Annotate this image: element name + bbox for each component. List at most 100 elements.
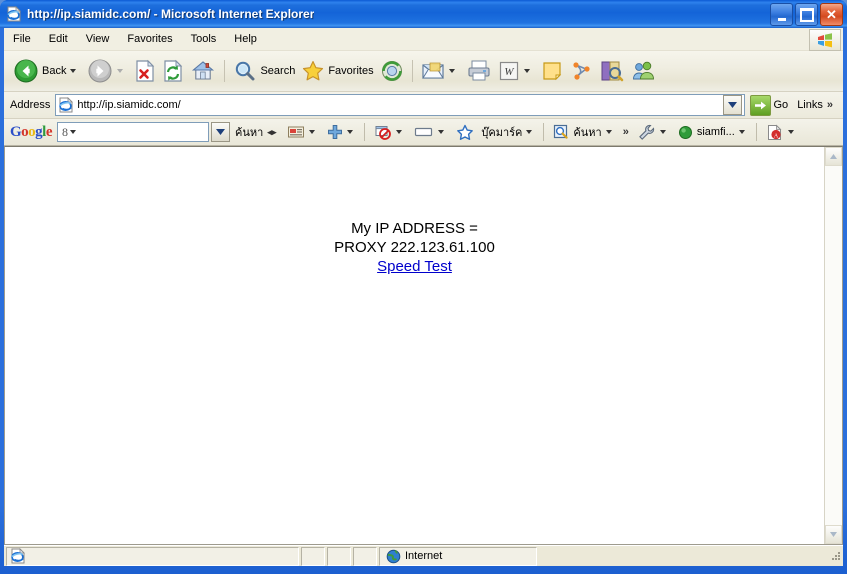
account-status-icon [678,125,692,139]
web-page[interactable]: My IP ADDRESS = PROXY 222.123.61.100 Spe… [5,147,824,544]
note-button[interactable] [538,54,566,88]
popup-blocker-dropdown-icon[interactable] [396,130,403,134]
minimize-button[interactable] [770,3,793,26]
ip-value: PROXY 222.123.61.100 [334,239,495,256]
title-bar: http://ip.siamidc.com/ - Microsoft Inter… [0,0,847,28]
resize-grip[interactable] [829,549,843,563]
security-zone-label: Internet [405,550,443,562]
forward-button[interactable] [84,54,131,88]
google-popup-blocker-button[interactable] [372,121,409,143]
toolbar-separator [224,60,226,82]
history-button[interactable] [377,54,407,88]
highlight-dropdown-icon[interactable] [605,130,612,134]
edit-dropdown-icon[interactable] [523,69,530,73]
mail-dropdown-icon[interactable] [448,69,455,73]
highlight-search-icon [554,124,569,139]
search-label: Search [260,65,296,77]
google-bookmarks-button[interactable]: บุ๊คมาร์ค [479,121,539,143]
google-toolbar-overflow-icon[interactable]: » [623,126,629,138]
back-label: Back [42,65,67,77]
google-search-input[interactable]: 8 [57,122,210,142]
home-button[interactable] [187,54,219,88]
google-star-button[interactable] [454,121,476,143]
back-arrow-icon [14,59,38,83]
research-button[interactable] [596,54,628,88]
refresh-button[interactable] [159,54,187,88]
back-dropdown-icon[interactable] [70,69,77,73]
scrollbar-track[interactable] [825,166,842,525]
go-button[interactable]: Go [749,94,789,116]
menu-item-view[interactable]: View [78,31,118,47]
google-history-dropdown-icon[interactable] [211,122,231,142]
scroll-down-button[interactable] [825,525,842,544]
network-button[interactable] [566,54,596,88]
close-button[interactable]: ✕ [820,3,843,26]
plus-icon [328,125,343,139]
menu-item-tools[interactable]: Tools [183,31,225,47]
settings-dropdown-icon[interactable] [659,130,666,134]
google-account-label: siamfi... [696,126,735,138]
favorites-button[interactable]: Favorites [298,54,376,88]
go-label: Go [773,99,789,111]
pdf-dropdown-icon[interactable] [787,130,794,134]
google-autofill-button[interactable] [412,121,451,143]
menu-item-edit[interactable]: Edit [41,31,76,47]
google-settings-button[interactable] [636,121,673,143]
pdf-button[interactable]: A [764,121,801,143]
status-message-pane [6,546,299,566]
autofill-dropdown-icon[interactable] [438,130,445,134]
window-title: http://ip.siamidc.com/ - Microsoft Inter… [27,7,315,21]
google-logo: Google [10,123,53,140]
plus-dropdown-icon[interactable] [347,130,354,134]
window-controls: ✕ [770,3,843,26]
scroll-up-button[interactable] [825,147,842,166]
globe-icon [386,549,401,564]
address-input[interactable]: http://ip.siamidc.com/ [55,94,745,116]
back-button[interactable]: Back [10,54,84,88]
menu-bar: File Edit View Favorites Tools Help [4,28,843,51]
menu-item-favorites[interactable]: Favorites [119,31,180,47]
search-button[interactable]: Search [230,54,298,88]
close-icon: ✕ [826,7,837,22]
bookmarks-dropdown-icon[interactable] [526,130,533,134]
links-overflow-icon[interactable]: » [827,99,833,111]
speed-test-link[interactable]: Speed Test [377,258,452,275]
wrench-icon [638,124,654,140]
windows-flag-icon[interactable] [809,29,841,51]
search-icon [236,61,255,81]
google-news-button[interactable] [285,121,322,143]
svg-text:W: W [504,66,514,78]
google-search-dropdown-icon[interactable] [70,130,77,134]
star-outline-icon [457,124,474,140]
menu-item-file[interactable]: File [5,31,39,47]
menu-item-help[interactable]: Help [226,31,265,47]
forward-dropdown-icon [117,69,124,73]
security-zone-pane[interactable]: Internet [379,546,537,566]
google-highlight-button[interactable]: ค้นหา [551,121,618,143]
mail-icon [421,62,444,79]
stop-button[interactable] [131,54,159,88]
google-search-button[interactable]: ค้นหา ◂▸ [233,121,282,143]
google-search-more-icon[interactable]: ◂▸ [267,127,276,138]
edit-word-icon: W [499,61,518,81]
google-plus-button[interactable] [325,121,360,143]
vertical-scrollbar[interactable] [824,147,842,544]
popup-blocker-icon [375,126,392,140]
status-pane-1 [301,546,325,566]
client-area: File Edit View Favorites Tools Help Back… [4,28,843,566]
print-button[interactable] [463,54,495,88]
edit-button[interactable]: W [495,54,538,88]
browser-window: http://ip.siamidc.com/ - Microsoft Inter… [0,0,847,574]
address-dropdown-icon[interactable] [722,95,742,115]
news-dropdown-icon[interactable] [309,130,316,134]
google-toolbar-separator [543,123,545,141]
account-dropdown-icon[interactable] [738,130,745,134]
google-toolbar: Google 8 ค้นหา ◂▸ บุ๊คมาร์ค ค้นหา » siam… [4,119,843,146]
links-bar[interactable]: Links » [794,99,843,111]
address-bar: Address http://ip.siamidc.com/ Go Links … [4,92,843,119]
google-account-button[interactable]: siamfi... [676,121,752,143]
mail-button[interactable] [418,54,463,88]
messenger-button[interactable] [628,54,658,88]
network-icon [572,62,590,80]
maximize-button[interactable] [795,3,818,26]
